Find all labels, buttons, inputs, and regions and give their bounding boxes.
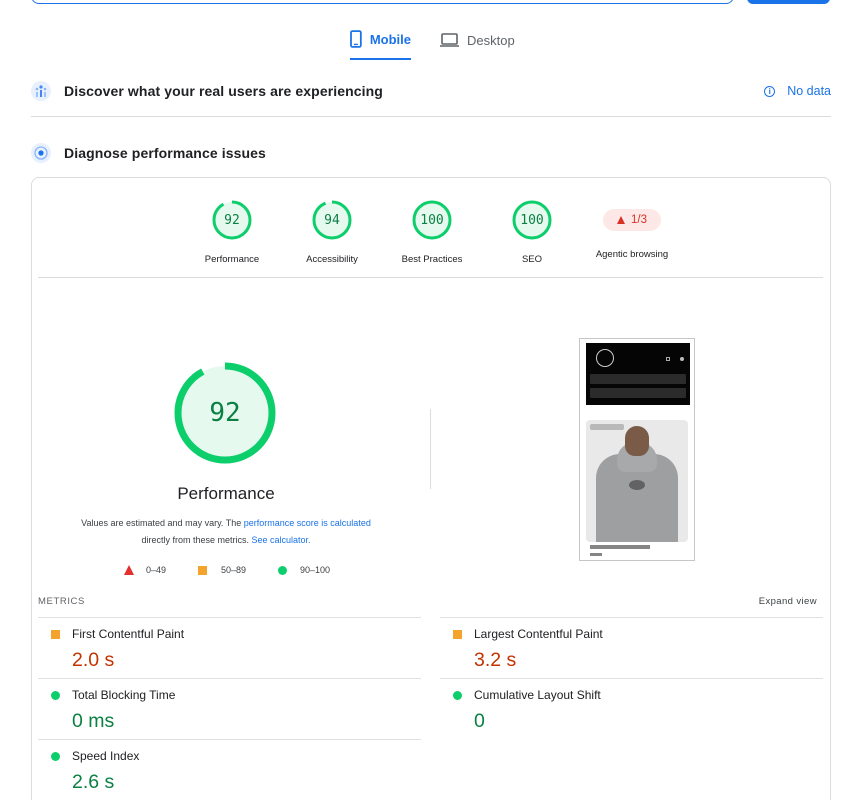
lighthouse-report: 92 Performance 94 Accessibility 100 Best… — [31, 177, 831, 800]
gauge-best-practices[interactable]: 100 Best Practices — [387, 200, 477, 265]
analyze-button[interactable] — [747, 0, 830, 4]
score-ring: 94 — [312, 200, 352, 240]
score-value: 100 — [420, 212, 444, 228]
note-text: Values are estimated and may vary. The — [81, 518, 244, 528]
score-value: 92 — [224, 212, 240, 228]
pass-circle-icon — [453, 691, 462, 700]
diagnose-section: Diagnose performance issues — [31, 133, 831, 173]
gauge-seo[interactable]: 100 SEO — [487, 200, 577, 265]
warning-triangle-icon — [617, 216, 625, 224]
performance-score: 92 — [209, 398, 241, 428]
score-ring: 100 — [512, 200, 552, 240]
agentic-score-pill: 1/3 — [603, 209, 661, 231]
final-screenshot-thumbnail[interactable] — [579, 338, 695, 561]
no-data-label: No data — [787, 84, 831, 98]
legend-pass: 90–100 — [278, 565, 330, 575]
metrics-header: METRICS — [38, 596, 85, 607]
product-tag — [590, 424, 624, 430]
lab-target-icon — [31, 143, 51, 163]
category-select — [590, 374, 686, 384]
tab-desktop-label: Desktop — [467, 32, 515, 48]
score-legend: 0–49 50–89 90–100 — [32, 565, 432, 579]
fail-triangle-icon — [124, 565, 134, 575]
score-ring: 100 — [412, 200, 452, 240]
metric-value: 2.0 s — [72, 649, 115, 671]
info-icon: i — [764, 85, 776, 97]
performance-title: Performance — [177, 484, 275, 503]
diagnose-title: Diagnose performance issues — [64, 145, 266, 161]
gauge-performance[interactable]: 92 Performance — [187, 200, 277, 265]
pass-circle-icon — [51, 691, 60, 700]
tab-mobile[interactable]: Mobile — [350, 20, 411, 60]
see-calculator-link[interactable]: See calculator. — [251, 535, 310, 545]
legend-average: 50–89 — [198, 565, 246, 575]
legend-fail-label: 0–49 — [146, 565, 167, 575]
legend-fail: 0–49 — [124, 565, 166, 575]
score-value: 100 — [520, 212, 544, 228]
metric-name: Cumulative Layout Shift — [474, 688, 601, 702]
legend-pass-label: 90–100 — [300, 565, 331, 575]
average-square-icon — [198, 565, 207, 575]
section-divider — [31, 116, 831, 117]
score-ring: 92 — [212, 200, 252, 240]
tab-mobile-label: Mobile — [369, 31, 411, 47]
note-text-2: directly from these metrics. — [141, 535, 252, 545]
gauge-agentic-browsing[interactable]: 1/3 Agentic browsing — [587, 200, 677, 260]
product-price — [590, 553, 602, 556]
smartphone-icon — [350, 30, 362, 48]
gauge-label: Agentic browsing — [595, 249, 669, 260]
gauge-label: SEO — [521, 254, 543, 265]
metric-value: 2.6 s — [72, 771, 115, 793]
metric-speed-index: Speed Index 2.6 s — [38, 739, 421, 800]
metric-name: First Contentful Paint — [72, 627, 185, 641]
performance-note: Values are estimated and may vary. The p… — [54, 515, 398, 549]
account-icon — [680, 357, 684, 361]
metric-name: Speed Index — [72, 749, 140, 763]
metric-name: Total Blocking Time — [72, 688, 176, 702]
legend-average-label: 50–89 — [221, 565, 247, 575]
expand-view-button[interactable]: Expand view — [759, 596, 817, 607]
site-search — [590, 388, 686, 398]
metric-cls: Cumulative Layout Shift 0 — [440, 678, 823, 739]
category-gauges: 92 Performance 94 Accessibility 100 Best… — [32, 200, 832, 270]
product-image — [586, 420, 688, 542]
agentic-score: 1/3 — [631, 214, 647, 226]
laptop-icon — [440, 33, 459, 47]
metric-tbt: Total Blocking Time 0 ms — [38, 678, 421, 739]
average-square-icon — [51, 630, 60, 639]
field-data-section: Discover what your real users are experi… — [31, 71, 831, 111]
gauge-label: Performance — [204, 254, 260, 265]
average-square-icon — [453, 630, 462, 639]
metric-value: 3.2 s — [474, 649, 517, 671]
metric-value: 0 ms — [72, 710, 115, 732]
metric-value: 0 — [474, 710, 485, 732]
vertical-separator — [430, 409, 431, 489]
no-data-link[interactable]: i No data — [764, 84, 831, 98]
metric-name: Largest Contentful Paint — [474, 627, 603, 641]
score-calculated-link[interactable]: performance score is calculated — [244, 518, 371, 528]
metric-fcp: First Contentful Paint 2.0 s — [38, 617, 421, 678]
score-value: 94 — [324, 212, 340, 228]
users-icon — [31, 81, 51, 101]
pass-circle-icon — [278, 565, 287, 575]
pass-circle-icon — [51, 752, 60, 761]
cart-icon — [666, 357, 670, 361]
url-input[interactable] — [31, 0, 734, 4]
gauge-accessibility[interactable]: 94 Accessibility — [287, 200, 377, 265]
site-logo — [596, 349, 614, 367]
site-header — [586, 343, 690, 405]
performance-big-gauge: 92 — [173, 361, 277, 465]
gauge-label: Accessibility — [306, 254, 358, 265]
gauge-label: Best Practices — [401, 254, 463, 265]
tab-desktop[interactable]: Desktop — [440, 20, 520, 60]
device-tabs: Mobile Desktop — [0, 20, 855, 60]
metric-lcp: Largest Contentful Paint 3.2 s — [440, 617, 823, 678]
field-data-title: Discover what your real users are experi… — [64, 83, 383, 99]
gauges-divider — [38, 277, 823, 278]
product-caption — [590, 545, 650, 549]
